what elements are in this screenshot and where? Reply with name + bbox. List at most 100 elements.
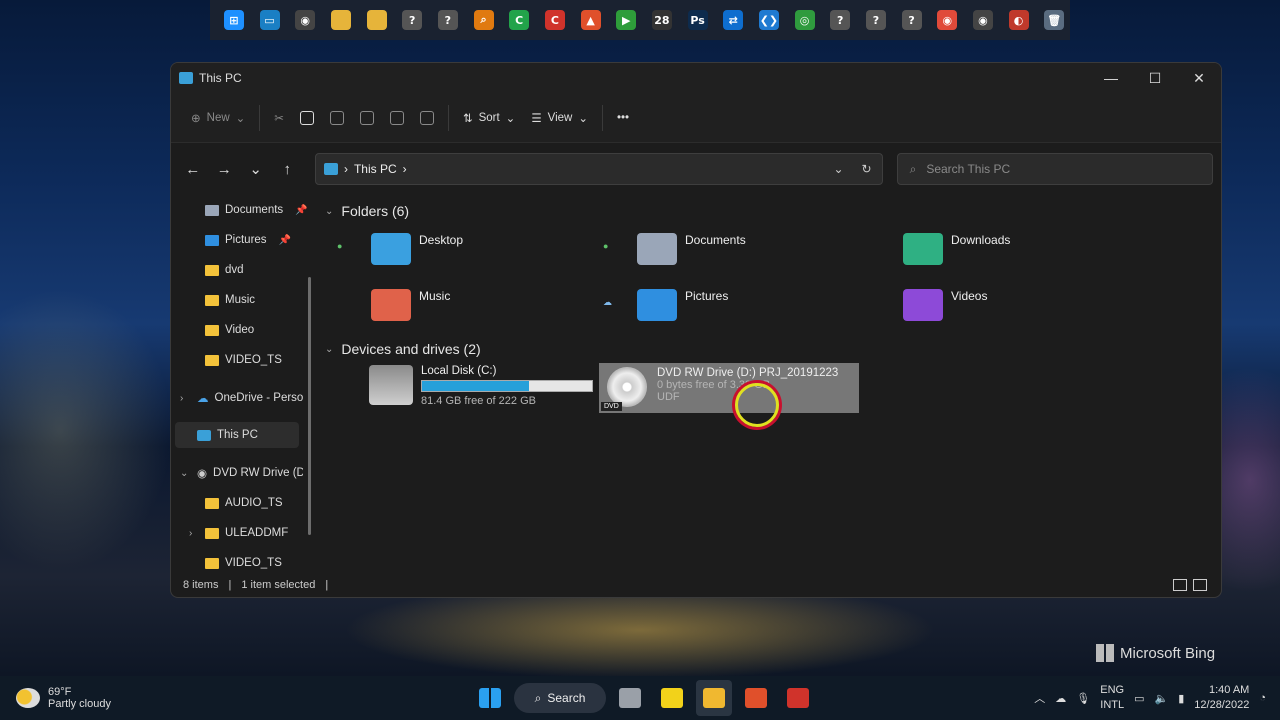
chevron-down-icon[interactable]: ⌄ (833, 162, 843, 176)
brave-button[interactable] (738, 680, 774, 716)
copy-button[interactable] (292, 102, 322, 134)
vscode-launcher[interactable]: ❮❯ (753, 4, 785, 36)
sidebar-item-audio-ts[interactable]: AUDIO_TS (205, 490, 283, 516)
camtasia-green-launcher[interactable]: C (503, 4, 535, 36)
folders-group-header[interactable]: ⌄ Folders (6) (325, 203, 409, 219)
share-button[interactable] (382, 102, 412, 134)
network-launcher[interactable]: ◎ (789, 4, 821, 36)
breadcrumb-this-pc[interactable]: This PC (354, 162, 397, 176)
folder-desktop[interactable]: Desktop (371, 233, 463, 265)
taskbar-apps: ⌕ Search (472, 680, 816, 716)
onedrive-cloud-icon[interactable]: ☁ (1055, 692, 1066, 705)
back-button[interactable]: ← (179, 155, 206, 183)
folder-launcher[interactable] (361, 4, 393, 36)
clipboard-icon (329, 110, 344, 125)
sidebar-scrollbar[interactable] (308, 277, 311, 535)
sidebar-item-pictures[interactable]: Pictures 📌 (205, 227, 291, 253)
notification-icon[interactable]: ◔ (1259, 692, 1266, 704)
pictures-icon (205, 234, 219, 246)
battery-icon[interactable]: ▮ (1178, 692, 1184, 705)
start-button[interactable] (472, 680, 508, 716)
camtasia-button[interactable] (780, 680, 816, 716)
recent-locations-button[interactable]: ⌄ (242, 155, 269, 183)
title-bar[interactable]: This PC — ☐ ✕ (171, 63, 1221, 93)
sidebar-item-onedrive[interactable]: ☁ OneDrive - Perso (197, 385, 303, 411)
folder-downloads[interactable]: Downloads (903, 233, 1010, 265)
weather-widget[interactable]: 69°F Partly cloudy (16, 686, 111, 710)
more-options-button[interactable]: ••• (609, 102, 637, 134)
folder-documents[interactable]: Documents (637, 233, 746, 265)
speaker-icon[interactable]: 🔈 (1155, 692, 1169, 705)
cut-button[interactable]: ✂ (266, 102, 292, 134)
help-launcher[interactable]: ? (396, 4, 428, 36)
language-indicator[interactable]: ENG INTL (1100, 683, 1124, 713)
details-view-icon[interactable] (1173, 579, 1187, 591)
display-icon[interactable]: ▭ (1134, 692, 1144, 705)
paste-button[interactable] (322, 102, 352, 134)
maximize-button[interactable]: ☐ (1133, 63, 1177, 93)
folder-label: Desktop (419, 233, 464, 247)
refresh-icon[interactable]: ↻ (862, 162, 872, 176)
view-button[interactable]: ☰ View ⌄ (523, 102, 596, 134)
chevron-right-icon[interactable]: › (180, 393, 183, 404)
folder-launcher[interactable] (325, 4, 357, 36)
folder-pictures[interactable]: Pictures (637, 289, 728, 321)
help-launcher[interactable]: ? (896, 4, 928, 36)
sidebar-item-documents[interactable]: Documents 📌 (205, 197, 308, 223)
taskbar: 69°F Partly cloudy ⌕ Search ︿ ☁ 🎙 ENG INTL … (0, 676, 1280, 720)
calendar-launcher[interactable]: 28 (646, 4, 678, 36)
teamviewer-launcher[interactable]: ⇄ (717, 4, 749, 36)
chevron-down-icon: ⌄ (325, 343, 334, 355)
microphone-icon[interactable]: 🎙 (1076, 692, 1090, 705)
delete-button[interactable] (412, 102, 442, 134)
search-input[interactable]: ⌕ Search This PC (896, 153, 1213, 185)
help-launcher[interactable]: ? (860, 4, 892, 36)
close-button[interactable]: ✕ (1177, 63, 1221, 93)
monitor-launcher[interactable]: ▭ (254, 4, 286, 36)
sidebar-item-dvd[interactable]: dvd (205, 257, 244, 283)
help-launcher[interactable]: ? (824, 4, 856, 36)
sidebar-item-video-ts[interactable]: VIDEO_TS (205, 347, 282, 373)
drives-group-header[interactable]: ⌄ Devices and drives (2) (325, 341, 481, 357)
disc-app-launcher[interactable]: ◉ (967, 4, 999, 36)
sidebar-item-music[interactable]: Music (205, 287, 255, 313)
sidebar-item-uleaddmf[interactable]: ULEADDMF (205, 520, 288, 546)
windows-icon: ⊞ (223, 10, 244, 30)
chevron-down-icon[interactable]: ⌄ (180, 468, 188, 479)
brave-launcher[interactable]: ▲ (575, 4, 607, 36)
sidebar-item-this-pc[interactable]: This PC (175, 422, 299, 448)
chevron-right-icon[interactable]: › (189, 528, 192, 539)
forward-button[interactable]: → (210, 155, 237, 183)
clock[interactable]: 1:40 AM 12/28/2022 (1194, 683, 1249, 713)
sticky-notes-button[interactable] (654, 680, 690, 716)
drive-d[interactable]: DVD DVD RW Drive (D:) PRJ_20191223 0 byt… (599, 363, 859, 413)
clock-time: 1:40 AM (1208, 684, 1250, 696)
task-view-button[interactable] (612, 680, 648, 716)
burner-launcher[interactable]: ◐ (1003, 4, 1035, 36)
disc-app-launcher[interactable]: ◉ (289, 4, 321, 36)
sidebar-item-video[interactable]: Video (205, 317, 254, 343)
taskbar-search-button[interactable]: ⌕ Search (514, 683, 606, 713)
help-launcher[interactable]: ? (432, 4, 464, 36)
sort-button[interactable]: ⇅ Sort ⌄ (455, 102, 523, 134)
new-button[interactable]: ⊕ New ⌄ (183, 102, 253, 134)
folder-videos[interactable]: Videos (903, 289, 987, 321)
video-editor-launcher[interactable]: ▶ (610, 4, 642, 36)
sidebar-item-dvd-drive[interactable]: ◉ DVD RW Drive (D (197, 460, 303, 486)
tiles-view-icon[interactable] (1193, 579, 1207, 591)
drive-c[interactable]: Local Disk (C:) 81.4 GB free of 222 GB (369, 365, 593, 407)
camtasia-red-launcher[interactable]: C (539, 4, 571, 36)
windows-launcher[interactable]: ⊞ (218, 4, 250, 36)
up-button[interactable]: ↑ (273, 155, 300, 183)
drive-d-selected[interactable]: DVD DVD RW Drive (D:) PRJ_20191223 0 byt… (599, 363, 859, 413)
search-app-launcher[interactable]: ⌕ (468, 4, 500, 36)
rename-button[interactable] (352, 102, 382, 134)
address-bar[interactable]: › This PC › ⌄ ↻ (314, 153, 883, 185)
chevron-up-icon[interactable]: ︿ (1034, 690, 1045, 706)
photoshop-launcher[interactable]: Ps (682, 4, 714, 36)
minimize-button[interactable]: — (1089, 63, 1133, 93)
recycle-bin-launcher[interactable]: 🗑 (1038, 4, 1070, 36)
chrome-launcher[interactable]: ◉ (931, 4, 963, 36)
file-explorer-button[interactable] (696, 680, 732, 716)
folder-music[interactable]: Music (371, 289, 450, 321)
